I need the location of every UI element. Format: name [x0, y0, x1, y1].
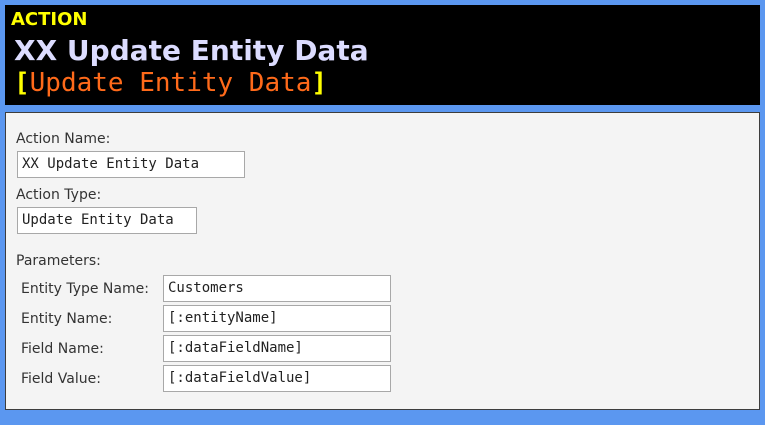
- action-type-label: Action Type:: [16, 187, 102, 203]
- action-name-field[interactable]: XX Update Entity Data: [17, 151, 245, 178]
- param-field-field-name[interactable]: [:dataFieldName]: [163, 335, 391, 362]
- subtitle-close-bracket: ]: [311, 68, 328, 98]
- param-label-entity-type-name: Entity Type Name:: [21, 281, 149, 297]
- param-label-field-value: Field Value:: [21, 371, 101, 387]
- param-field-entity-name[interactable]: [:entityName]: [163, 305, 391, 332]
- param-field-entity-type-name[interactable]: Customers: [163, 275, 391, 302]
- subtitle-open-bracket: [: [14, 68, 30, 98]
- action-name-label: Action Name:: [16, 131, 111, 147]
- param-label-entity-name: Entity Name:: [21, 311, 113, 327]
- action-properties-panel: Action Name: XX Update Entity Data Actio…: [5, 112, 760, 410]
- action-subtitle: [Update Entity Data]: [14, 67, 327, 99]
- action-type-field[interactable]: Update Entity Data: [17, 207, 197, 234]
- parameters-label: Parameters:: [16, 253, 101, 269]
- param-field-field-value[interactable]: [:dataFieldValue]: [163, 365, 391, 392]
- action-kind-label: ACTION: [11, 9, 88, 30]
- action-header: ACTION XX Update Entity Data [Update Ent…: [5, 5, 760, 105]
- action-type-subtitle: Update Entity Data: [29, 68, 312, 98]
- action-title: XX Update Entity Data: [14, 34, 369, 67]
- param-label-field-name: Field Name:: [21, 341, 104, 357]
